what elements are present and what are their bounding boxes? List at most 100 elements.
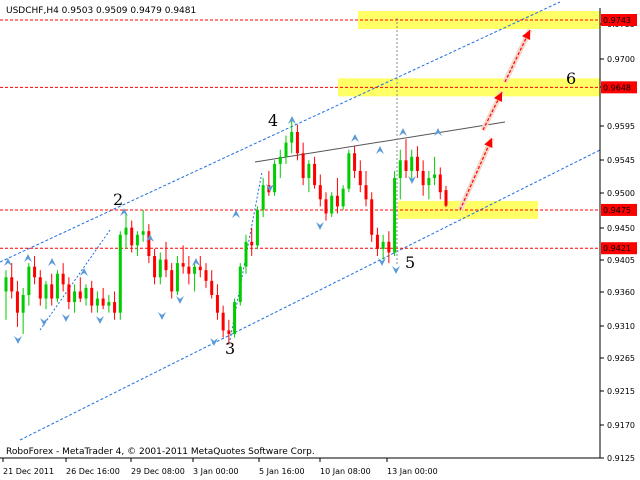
x-tick-label: 21 Dec 2011: [3, 467, 54, 476]
candle: [318, 174, 322, 207]
candle: [438, 167, 442, 200]
candle-body: [181, 263, 185, 267]
candle-body: [78, 291, 82, 299]
candle: [444, 185, 448, 208]
channel-upper-line: [0, 1, 561, 263]
candle-body: [90, 287, 94, 306]
candle-body: [215, 294, 219, 313]
fractal-up-icon: [351, 134, 359, 142]
target-zone: [358, 11, 600, 29]
y-tick-label: 0.9595: [607, 122, 635, 131]
candle-body: [393, 178, 397, 253]
fractal-down-icon: [378, 258, 386, 266]
candle-body: [387, 241, 391, 253]
candle: [38, 270, 42, 306]
candle-body: [55, 273, 59, 299]
fractal-up-icon: [399, 128, 407, 136]
candle: [364, 170, 368, 207]
candle-body: [335, 195, 339, 207]
wave-label: 2: [113, 190, 123, 209]
fractal-down-icon: [392, 266, 400, 274]
candle-body: [124, 227, 128, 235]
wave-label: 6: [566, 69, 576, 88]
candle-body: [221, 312, 225, 331]
candle-body: [410, 156, 414, 171]
candle: [158, 252, 162, 285]
candle: [204, 263, 208, 288]
candle: [124, 213, 128, 249]
candle-body: [324, 199, 328, 214]
candle: [404, 139, 408, 179]
candle: [67, 277, 71, 310]
candle-body: [433, 174, 437, 179]
candle-body: [204, 270, 208, 281]
forecast-arrows: [457, 28, 533, 212]
candle: [307, 160, 311, 193]
fractal-up-icon: [80, 268, 88, 276]
candle-body: [307, 163, 311, 179]
candle: [284, 135, 288, 164]
candle: [335, 178, 339, 214]
candle: [358, 160, 362, 193]
y-tick-label: 0.9500: [607, 189, 635, 198]
fractal-down-icon: [176, 296, 184, 304]
candle-body: [421, 170, 425, 186]
candle: [238, 263, 242, 306]
fractal-down-icon: [210, 338, 218, 346]
candle: [324, 192, 328, 221]
candle: [15, 280, 19, 327]
candle-body: [404, 160, 408, 171]
candle: [410, 149, 414, 182]
candle: [130, 220, 134, 253]
candle-body: [273, 163, 277, 193]
candle-body: [238, 266, 242, 303]
fractal-up-icon: [120, 208, 128, 216]
candle-body: [210, 280, 214, 295]
candle-body: [381, 241, 385, 249]
wave-connector-1: [39, 229, 111, 331]
candle-body: [364, 185, 368, 200]
y-tick-label: 0.9405: [607, 256, 635, 265]
candle-body: [141, 231, 145, 235]
candle-body: [193, 266, 197, 274]
candle: [433, 156, 437, 186]
candle: [261, 178, 265, 218]
candle: [210, 270, 214, 299]
fractal-down-icon: [62, 314, 70, 322]
candle: [141, 209, 145, 242]
candle-body: [347, 153, 351, 189]
candle-body: [353, 153, 357, 171]
candle-body: [73, 291, 77, 303]
candle: [267, 170, 271, 196]
candle-body: [153, 256, 157, 278]
candle-body: [438, 174, 442, 193]
candle-body: [250, 241, 254, 246]
candle: [387, 231, 391, 264]
fractal-up-icon: [192, 258, 200, 266]
x-tick-label: 13 Jan 00:00: [387, 467, 438, 476]
fractal-down-icon: [158, 312, 166, 320]
fractal-up-icon: [24, 254, 32, 262]
candle-body: [375, 234, 379, 249]
candle: [255, 206, 259, 249]
candle-body: [21, 294, 25, 313]
candle: [347, 149, 351, 193]
candle: [250, 227, 254, 257]
x-tick-label: 5 Jan 16:00: [259, 467, 305, 476]
candle-body: [67, 284, 71, 303]
candle: [273, 160, 277, 196]
candle-body: [118, 234, 122, 313]
candle-body: [255, 209, 259, 246]
candle-body: [330, 195, 334, 214]
candle: [381, 234, 385, 260]
y-tick-label: 0.9700: [607, 55, 635, 64]
y-tick-label: 0.9310: [607, 322, 635, 331]
candle: [4, 270, 8, 320]
candle: [370, 192, 374, 242]
candle: [118, 231, 122, 320]
y-tick-label: 0.9215: [607, 387, 635, 396]
candle: [90, 280, 94, 313]
candle: [153, 248, 157, 285]
fractal-up-icon: [376, 146, 384, 154]
candle-body: [15, 291, 19, 313]
